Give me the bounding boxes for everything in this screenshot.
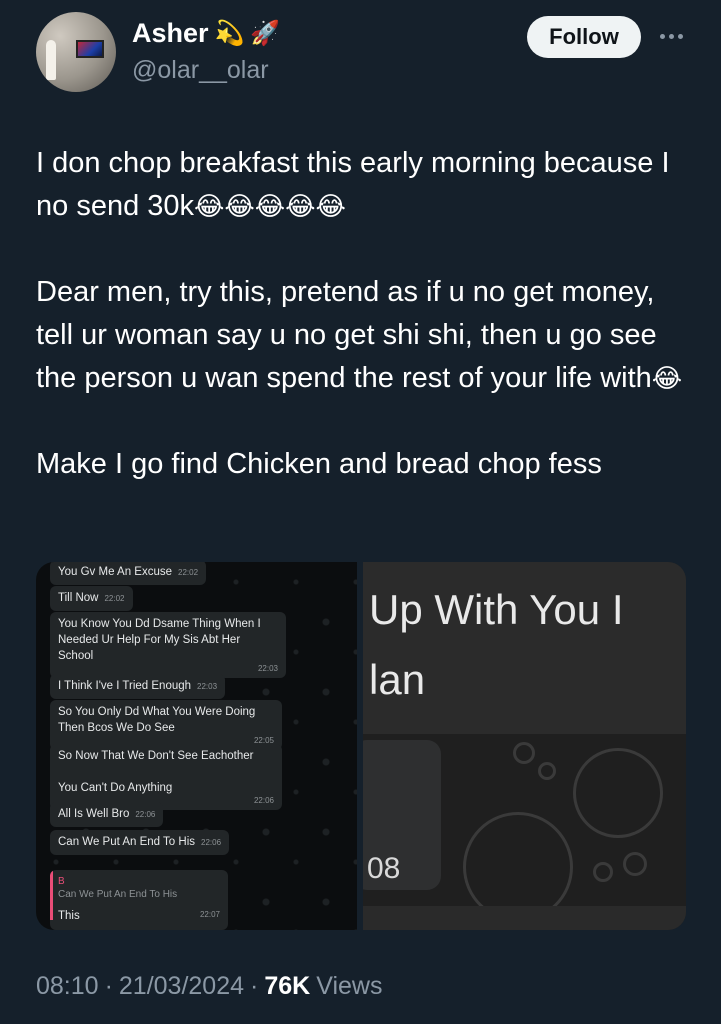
tweet-media[interactable]: You Gv Me An Excuse 22:02 Till Now 22:02 Y… — [36, 562, 686, 930]
views-label: Views — [316, 972, 383, 1000]
quoted-reply-bubble: B Can We Put An End To His This 22:07 — [50, 870, 228, 930]
tweet-meta: 08:10 · 21/03/2024 · 76K Views — [36, 972, 382, 1001]
zoomed-number: 08 — [367, 852, 401, 885]
chat-bubble: You Gv Me An Excuse 22:02 — [50, 562, 207, 585]
zoomed-text-2: lan — [369, 656, 426, 703]
tweet-text: I don chop breakfast this early morning … — [36, 142, 696, 486]
follow-button[interactable]: Follow — [527, 16, 641, 58]
zoomed-bubble-top: Up With You I lan — [363, 562, 686, 734]
chat-bubble: Can We Put An End To His 22:06 — [50, 830, 230, 855]
author-name[interactable]: Asher — [132, 18, 209, 49]
tweet-paragraph-3: Make I go find Chicken and bread chop fe… — [36, 448, 602, 480]
quoted-sender: B — [58, 876, 65, 887]
chat-bubble: I Think I've I Tried Enough 22:03 — [50, 674, 226, 699]
avatar[interactable] — [36, 12, 116, 92]
laughing-emoji-icon: 😂 — [651, 363, 683, 393]
quoted-text: Can We Put An End To His — [58, 889, 178, 900]
chat-bubble: All Is Well Bro 22:06 — [50, 802, 164, 827]
meta-separator: · — [104, 972, 113, 1000]
views-count: 76K — [264, 972, 311, 1000]
avatar-tv — [76, 40, 104, 58]
tweet-text-1: I don chop breakfast this early morning … — [36, 147, 670, 222]
author-handle[interactable]: @olar__olar — [132, 56, 269, 85]
chat-bubble: You Know You Dd Dsame Thing When I Neede… — [50, 612, 286, 678]
tweet-paragraph-2: Dear men, try this, pretend as if u no g… — [36, 271, 696, 400]
media-image-chat[interactable]: You Gv Me An Excuse 22:02 Till Now 22:02 Y… — [36, 562, 357, 930]
reply-text: This 22:07 — [58, 910, 220, 922]
chat-bubble: Till Now 22:02 — [50, 586, 133, 611]
zoomed-text-1: Up With You I — [369, 586, 624, 633]
chat-bubble: So You Only Dd What You Were Doing Then … — [50, 700, 282, 750]
meta-separator: · — [250, 972, 259, 1000]
tweet-time[interactable]: 08:10 — [36, 972, 99, 1001]
tweet-header: Asher 💫 🚀 @olar__olar Follow — [0, 0, 721, 110]
tweet-paragraph-1: I don chop breakfast this early morning … — [36, 142, 696, 228]
more-dots-icon[interactable] — [656, 26, 686, 46]
tweet-text-2: Dear men, try this, pretend as if u no g… — [36, 276, 657, 394]
avatar-figure — [46, 40, 56, 80]
zoomed-bottom-bar — [363, 906, 686, 930]
dizzy-emoji-icon: 💫 — [214, 19, 245, 47]
chat-bubble: So Now That We Don't See Eachother You C… — [50, 744, 282, 810]
tweet-date[interactable]: 21/03/2024 — [119, 972, 244, 1001]
laughing-emoji-icon: 😂😂😂😂😂 — [194, 191, 346, 221]
author-name-row[interactable]: Asher 💫 🚀 — [132, 18, 280, 49]
media-image-zoomed[interactable]: Up With You I lan 08 — [363, 562, 686, 930]
rocket-emoji-icon: 🚀 — [250, 19, 281, 47]
